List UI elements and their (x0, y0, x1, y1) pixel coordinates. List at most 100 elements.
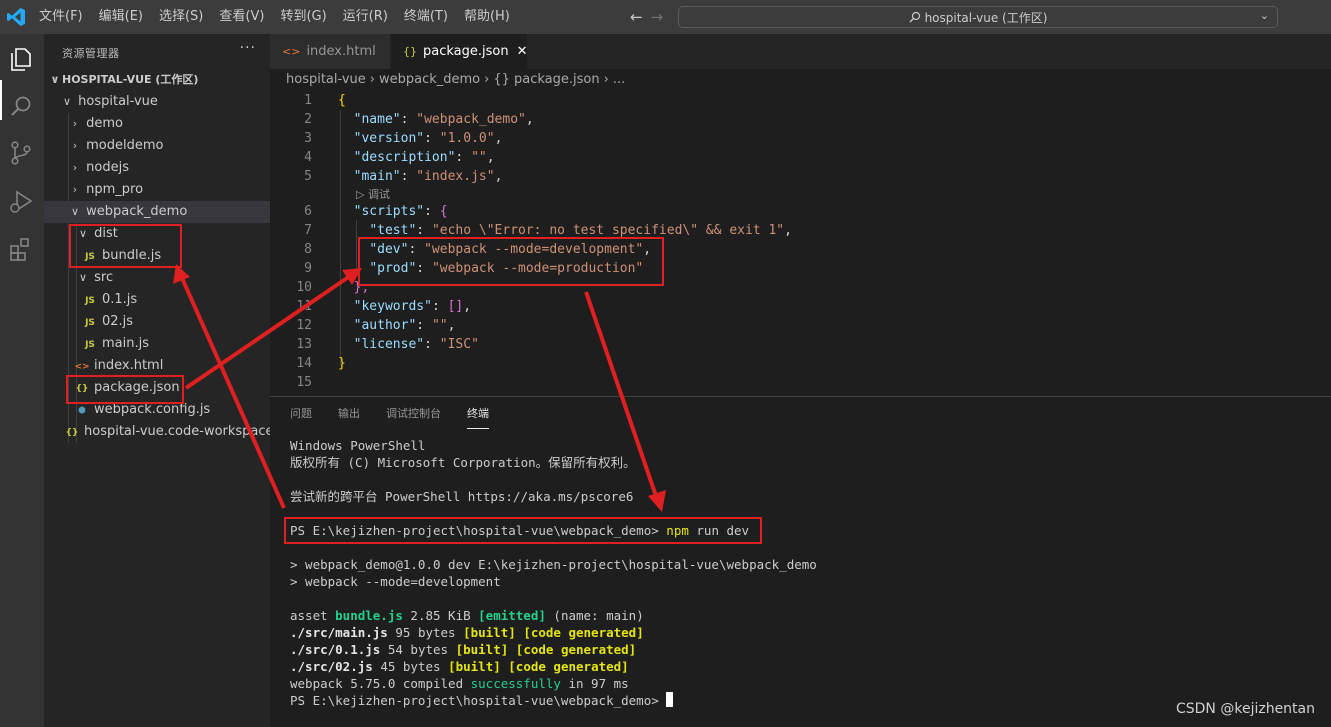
chevron-right-icon: › (72, 161, 78, 174)
debug-codelens[interactable]: ▷ 调试 (356, 186, 390, 202)
line-number: 9 (304, 261, 312, 276)
terminal-line: 尝试新的跨平台 PowerShell https://aka.ms/pscore… (290, 489, 634, 504)
code-line: "license": "ISC" (353, 337, 479, 352)
breadcrumb-item[interactable]: hospital-vue (286, 72, 366, 87)
command-center-search[interactable]: hospital-vue (工作区) ⌄ (678, 6, 1278, 28)
line-number: 1 (304, 93, 312, 108)
terminal-line: webpack 5.75.0 compiled successfully in … (290, 676, 629, 691)
annotation-box-command (284, 517, 762, 544)
active-indicator (0, 80, 2, 120)
tree-file-main-js[interactable]: JS main.js (44, 333, 270, 355)
tree-label: index.html (94, 358, 164, 373)
chevron-right-icon: › (72, 117, 78, 130)
json-file-icon: {} (65, 428, 79, 438)
tab-problems[interactable]: 问题 (290, 405, 312, 429)
tree-label: npm_pro (86, 182, 144, 197)
chevron-right-icon: › (72, 139, 78, 152)
terminal-line: ./src/02.js 45 bytes [built] [code gener… (290, 659, 629, 674)
chevron-down-icon: ∨ (78, 271, 88, 284)
tree-folder-src[interactable]: ∨ src (44, 267, 270, 289)
breadcrumb-item[interactable]: {} package.json (493, 72, 599, 87)
chevron-down-icon: ∨ (50, 73, 60, 86)
menu-file[interactable]: 文件(F) (31, 0, 91, 34)
tree-folder-nodejs[interactable]: › nodejs (44, 157, 270, 179)
extensions-icon[interactable] (6, 234, 36, 264)
tab-label: package.json (423, 44, 509, 59)
chevron-right-icon: › (484, 72, 490, 87)
menu-run[interactable]: 运行(R) (335, 0, 396, 34)
terminal-line: > webpack --mode=development (290, 574, 501, 589)
tab-label: index.html (306, 44, 376, 59)
chevron-right-icon: › (603, 72, 609, 87)
menu-bar: 文件(F) 编辑(E) 选择(S) 查看(V) 转到(G) 运行(R) 终端(T… (31, 0, 518, 34)
terminal-line: Windows PowerShell (290, 438, 426, 453)
json-file-icon: {} (403, 45, 417, 58)
code-line: "version": "1.0.0", (353, 131, 503, 146)
panel-tabs: 问题 输出 调试控制台 终端 (290, 405, 515, 429)
tree-folder-modeldemo[interactable]: › modeldemo (44, 135, 270, 157)
tree-file-index-html[interactable]: <> index.html (44, 355, 270, 377)
terminal-line: ./src/0.1.js 54 bytes [built] [code gene… (290, 642, 637, 657)
annotation-box-dist (69, 224, 182, 268)
breadcrumb-item[interactable]: ... (613, 72, 625, 87)
tab-output[interactable]: 输出 (338, 405, 360, 429)
tree-label: nodejs (86, 160, 129, 175)
line-number: 10 (296, 280, 312, 295)
terminal-line: > webpack_demo@1.0.0 dev E:\kejizhen-pro… (290, 557, 817, 572)
workspace-header[interactable]: ∨ HOSPITAL-VUE (工作区) (44, 69, 270, 91)
menu-view[interactable]: 查看(V) (211, 0, 272, 34)
tab-package-json[interactable]: {} package.json ✕ (391, 34, 528, 69)
html-file-icon: <> (282, 45, 301, 58)
chevron-down-icon: ∨ (70, 205, 80, 218)
menu-help[interactable]: 帮助(H) (456, 0, 518, 34)
code-line: "main": "index.js", (353, 169, 503, 184)
menu-selection[interactable]: 选择(S) (151, 0, 211, 34)
tree-label: 0.1.js (102, 292, 138, 307)
tree-folder-hospital-vue[interactable]: ∨ hospital-vue (44, 91, 270, 113)
vscode-logo-icon (7, 8, 25, 26)
line-number: 12 (296, 318, 312, 333)
title-bar: 文件(F) 编辑(E) 选择(S) 查看(V) 转到(G) 运行(R) 终端(T… (0, 0, 1331, 34)
tree-folder-npm-pro[interactable]: › npm_pro (44, 179, 270, 201)
forward-arrow-icon[interactable]: → (651, 8, 664, 26)
tree-folder-webpack-demo[interactable]: ∨ webpack_demo (44, 201, 270, 223)
line-number: 7 (304, 223, 312, 238)
tree-folder-demo[interactable]: › demo (44, 113, 270, 135)
tab-terminal[interactable]: 终端 (467, 405, 489, 429)
js-file-icon: JS (85, 340, 95, 350)
menu-edit[interactable]: 编辑(E) (91, 0, 151, 34)
line-number: 3 (304, 131, 312, 146)
code-line: { (338, 93, 346, 108)
run-debug-icon[interactable] (6, 186, 36, 216)
menu-terminal[interactable]: 终端(T) (396, 0, 456, 34)
tab-index-html[interactable]: <> index.html (270, 34, 390, 69)
close-icon[interactable]: ✕ (517, 44, 528, 59)
annotation-box-scripts (358, 237, 664, 286)
code-line: "author": "", (353, 318, 456, 333)
tree-file-workspace[interactable]: {} hospital-vue.code-workspace (44, 421, 274, 443)
tree-file-02-js[interactable]: JS 02.js (44, 311, 270, 333)
breadcrumb-item[interactable]: webpack_demo (379, 72, 480, 87)
back-arrow-icon[interactable]: ← (630, 8, 643, 26)
tab-debug-console[interactable]: 调试控制台 (386, 405, 441, 429)
line-number: 5 (304, 169, 312, 184)
workspace-label: HOSPITAL-VUE (工作区) (62, 73, 199, 86)
explorer-files-icon[interactable] (6, 44, 36, 74)
menu-go[interactable]: 转到(G) (272, 0, 334, 34)
chevron-down-icon[interactable]: ⌄ (1260, 9, 1269, 22)
terminal-cursor (666, 692, 674, 707)
search-icon[interactable] (6, 92, 36, 122)
source-control-icon[interactable] (6, 138, 36, 168)
annotation-box-package-json (66, 375, 184, 404)
breadcrumb: hospital-vue › webpack_demo ›{} package.jso… (286, 72, 625, 87)
code-line: "test": "echo \"Error: no test specified… (369, 223, 792, 238)
line-number: 14 (296, 356, 312, 371)
terminal-prompt[interactable]: PS E:\kejizhen-project\hospital-vue\webp… (290, 692, 674, 709)
tree-file-0-1-js[interactable]: JS 0.1.js (44, 289, 270, 311)
line-number: 6 (304, 204, 312, 219)
line-number: 2 (304, 112, 312, 127)
more-actions-icon[interactable]: ··· (240, 40, 256, 56)
tree-label: modeldemo (86, 138, 164, 153)
bottom-panel: 问题 输出 调试控制台 终端 Windows PowerShell 版权所有 (… (270, 396, 1331, 727)
chevron-down-icon: ∨ (62, 95, 72, 108)
